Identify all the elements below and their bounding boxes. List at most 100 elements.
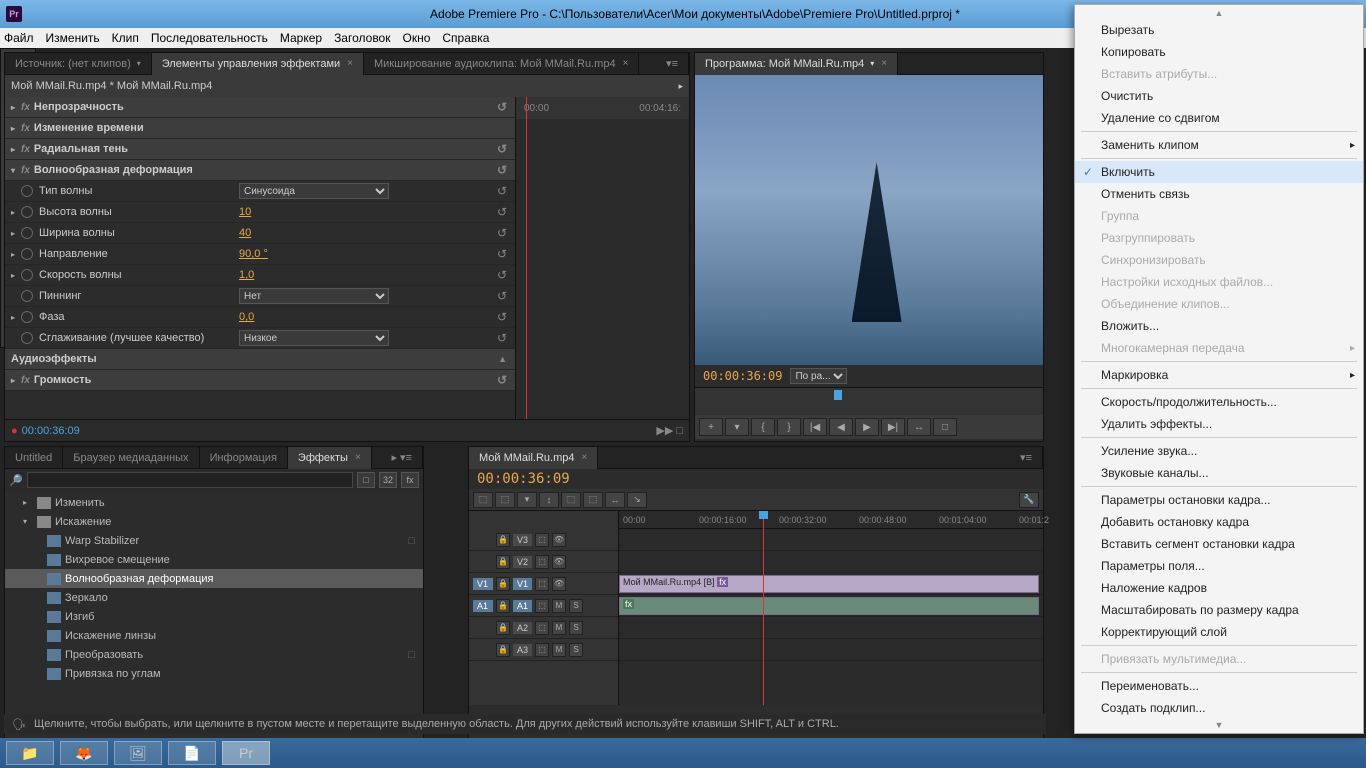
track-head-a3[interactable]: 🔒A3⬚MS	[469, 639, 618, 661]
scroll-down-icon[interactable]: ▼	[1075, 719, 1363, 731]
in-point-button[interactable]: {	[751, 418, 775, 436]
fx-wave-warp[interactable]: ▾fxВолнообразная деформация↺	[5, 160, 515, 181]
effect-warp-stabilizer[interactable]: Warp Stabilizer□	[5, 531, 423, 550]
tab-effect-controls[interactable]: Элементы управления эффектами×	[152, 53, 364, 75]
stopwatch-icon[interactable]	[21, 185, 33, 197]
context-menu-item[interactable]: Усиление звука...	[1075, 440, 1363, 462]
prev-button[interactable]: ◀	[829, 418, 853, 436]
tab-program[interactable]: Программа: Мой MMail.Ru.mp4▾×	[695, 53, 898, 75]
menu-sequence[interactable]: Последовательность	[151, 31, 268, 45]
effect-transform[interactable]: Преобразовать□	[5, 645, 423, 664]
zoom-select[interactable]: По ра...	[790, 368, 847, 384]
context-menu-item[interactable]: Звуковые каналы...	[1075, 462, 1363, 484]
solo-button[interactable]: S	[569, 643, 583, 657]
context-menu-item[interactable]: Переименовать...	[1075, 675, 1363, 697]
settings-icon[interactable]: 🔧	[1019, 492, 1039, 508]
lock-icon[interactable]: 🔒	[496, 621, 510, 635]
panel-menu[interactable]: ▾≡	[598, 447, 1043, 469]
step-back-button[interactable]: |◀	[803, 418, 827, 436]
antialias-select[interactable]: Низкое	[239, 330, 389, 346]
timeline-timecode[interactable]: 00:00:36:09	[469, 469, 1043, 489]
stopwatch-icon[interactable]	[21, 227, 33, 239]
view-button[interactable]: fx	[401, 472, 419, 488]
task-firefox[interactable]: 🦊	[60, 741, 108, 765]
track-head-v1[interactable]: V1🔒V1⬚👁	[469, 573, 618, 595]
toggle-button[interactable]: ⬚	[535, 577, 549, 591]
effect-corner-pin[interactable]: Привязка по углам	[5, 664, 423, 683]
lock-icon[interactable]: 🔒	[496, 577, 510, 591]
effect-lens-distortion[interactable]: Искажение линзы	[5, 626, 423, 645]
task-image[interactable]: 🖼	[114, 741, 162, 765]
reset-icon[interactable]: ↺	[497, 163, 507, 177]
track-head-a1[interactable]: A1🔒A1⬚MS	[469, 595, 618, 617]
track-head-a2[interactable]: 🔒A2⬚MS	[469, 617, 618, 639]
scroll-up-icon[interactable]: ▲	[1075, 7, 1363, 19]
close-icon[interactable]: ×	[582, 452, 588, 463]
fx-radial-shadow[interactable]: ▸fxРадиальная тень↺	[5, 139, 515, 160]
effect-wave-warp[interactable]: Волнообразная деформация	[5, 569, 423, 588]
out-point-button[interactable]: }	[777, 418, 801, 436]
effect-mirror[interactable]: Зеркало	[5, 588, 423, 607]
folder-edit[interactable]: ▸Изменить	[5, 493, 423, 512]
stopwatch-icon[interactable]	[21, 311, 33, 323]
lock-icon[interactable]: 🔒	[496, 533, 510, 547]
program-ruler[interactable]	[695, 387, 1043, 415]
context-menu-item[interactable]: Копировать	[1075, 41, 1363, 63]
context-menu-item[interactable]: Удалить эффекты...	[1075, 413, 1363, 435]
task-document[interactable]: 📄	[168, 741, 216, 765]
toggle-button[interactable]: ⬚	[535, 533, 549, 547]
ec-playhead[interactable]	[526, 97, 527, 419]
ec-timecode[interactable]: ●00:00:36:09▶▶ □	[5, 419, 689, 441]
panel-menu[interactable]: ▸ ▾≡	[372, 447, 423, 469]
menu-help[interactable]: Справка	[442, 31, 489, 45]
timeline-ruler[interactable]: 00:00 00:00:16:00 00:00:32:00 00:00:48:0…	[619, 511, 1043, 529]
play-button[interactable]: ▶	[855, 418, 879, 436]
tab-media-browser[interactable]: Браузер медиаданных	[63, 447, 199, 469]
fx-volume[interactable]: ▸fxГромкость↺	[5, 370, 515, 391]
reset-icon[interactable]: ↺	[497, 142, 507, 156]
param-wave-height[interactable]: ▸Высота волны10↺	[5, 202, 515, 223]
menu-marker[interactable]: Маркер	[280, 31, 322, 45]
context-menu-item[interactable]: Вырезать	[1075, 19, 1363, 41]
timeline-playhead[interactable]	[763, 511, 764, 705]
menu-clip[interactable]: Клип	[112, 31, 139, 45]
context-menu-item[interactable]: Вложить...	[1075, 315, 1363, 337]
wave-type-select[interactable]: Синусоида	[239, 183, 389, 199]
track-v2[interactable]	[619, 551, 1043, 573]
context-menu-item[interactable]: Параметры поля...	[1075, 555, 1363, 577]
linked-selection-button[interactable]: ⬚	[495, 492, 515, 508]
context-menu-item[interactable]: Добавить остановку кадра	[1075, 511, 1363, 533]
fx-time-remap[interactable]: ▸fxИзменение времени	[5, 118, 515, 139]
context-menu-item[interactable]: Отменить связь	[1075, 183, 1363, 205]
context-menu-item[interactable]: Маркировка	[1075, 364, 1363, 386]
close-icon[interactable]: ×	[881, 58, 887, 69]
track-a1[interactable]: fx	[619, 595, 1043, 617]
close-icon[interactable]: ×	[623, 58, 629, 69]
stopwatch-icon[interactable]	[21, 269, 33, 281]
context-menu-item[interactable]: Создать подклип...	[1075, 697, 1363, 719]
param-antialias[interactable]: Сглаживание (лучшее качество)Низкое↺	[5, 328, 515, 349]
tab-sequence[interactable]: Мой MMail.Ru.mp4×	[469, 447, 598, 469]
track-head-v2[interactable]: 🔒V2⬚👁	[469, 551, 618, 573]
reset-icon[interactable]: ↺	[497, 100, 507, 114]
context-menu-item[interactable]: Включить	[1075, 161, 1363, 183]
tab-info[interactable]: Информация	[200, 447, 288, 469]
lock-icon[interactable]: 🔒	[496, 555, 510, 569]
track-head-v3[interactable]: 🔒V3⬚👁	[469, 529, 618, 551]
lift-button[interactable]: ↔	[907, 418, 931, 436]
view-button[interactable]: 32	[379, 472, 397, 488]
stopwatch-icon[interactable]	[21, 248, 33, 260]
task-explorer[interactable]: 📁	[6, 741, 54, 765]
mute-button[interactable]: M	[552, 621, 566, 635]
tab-effects[interactable]: Эффекты×	[288, 447, 372, 469]
param-wave-width[interactable]: ▸Ширина волны40↺	[5, 223, 515, 244]
fx-opacity[interactable]: ▸fxНепрозрачность↺	[5, 97, 515, 118]
effect-bend[interactable]: Изгиб	[5, 607, 423, 626]
export-frame-button[interactable]: □	[933, 418, 957, 436]
eye-icon[interactable]: 👁	[552, 533, 566, 547]
track-v3[interactable]	[619, 529, 1043, 551]
param-wave-type[interactable]: Тип волныСинусоида↺	[5, 181, 515, 202]
program-playhead[interactable]	[834, 390, 842, 400]
toggle-button[interactable]: ⬚	[535, 621, 549, 635]
stopwatch-icon[interactable]	[21, 290, 33, 302]
